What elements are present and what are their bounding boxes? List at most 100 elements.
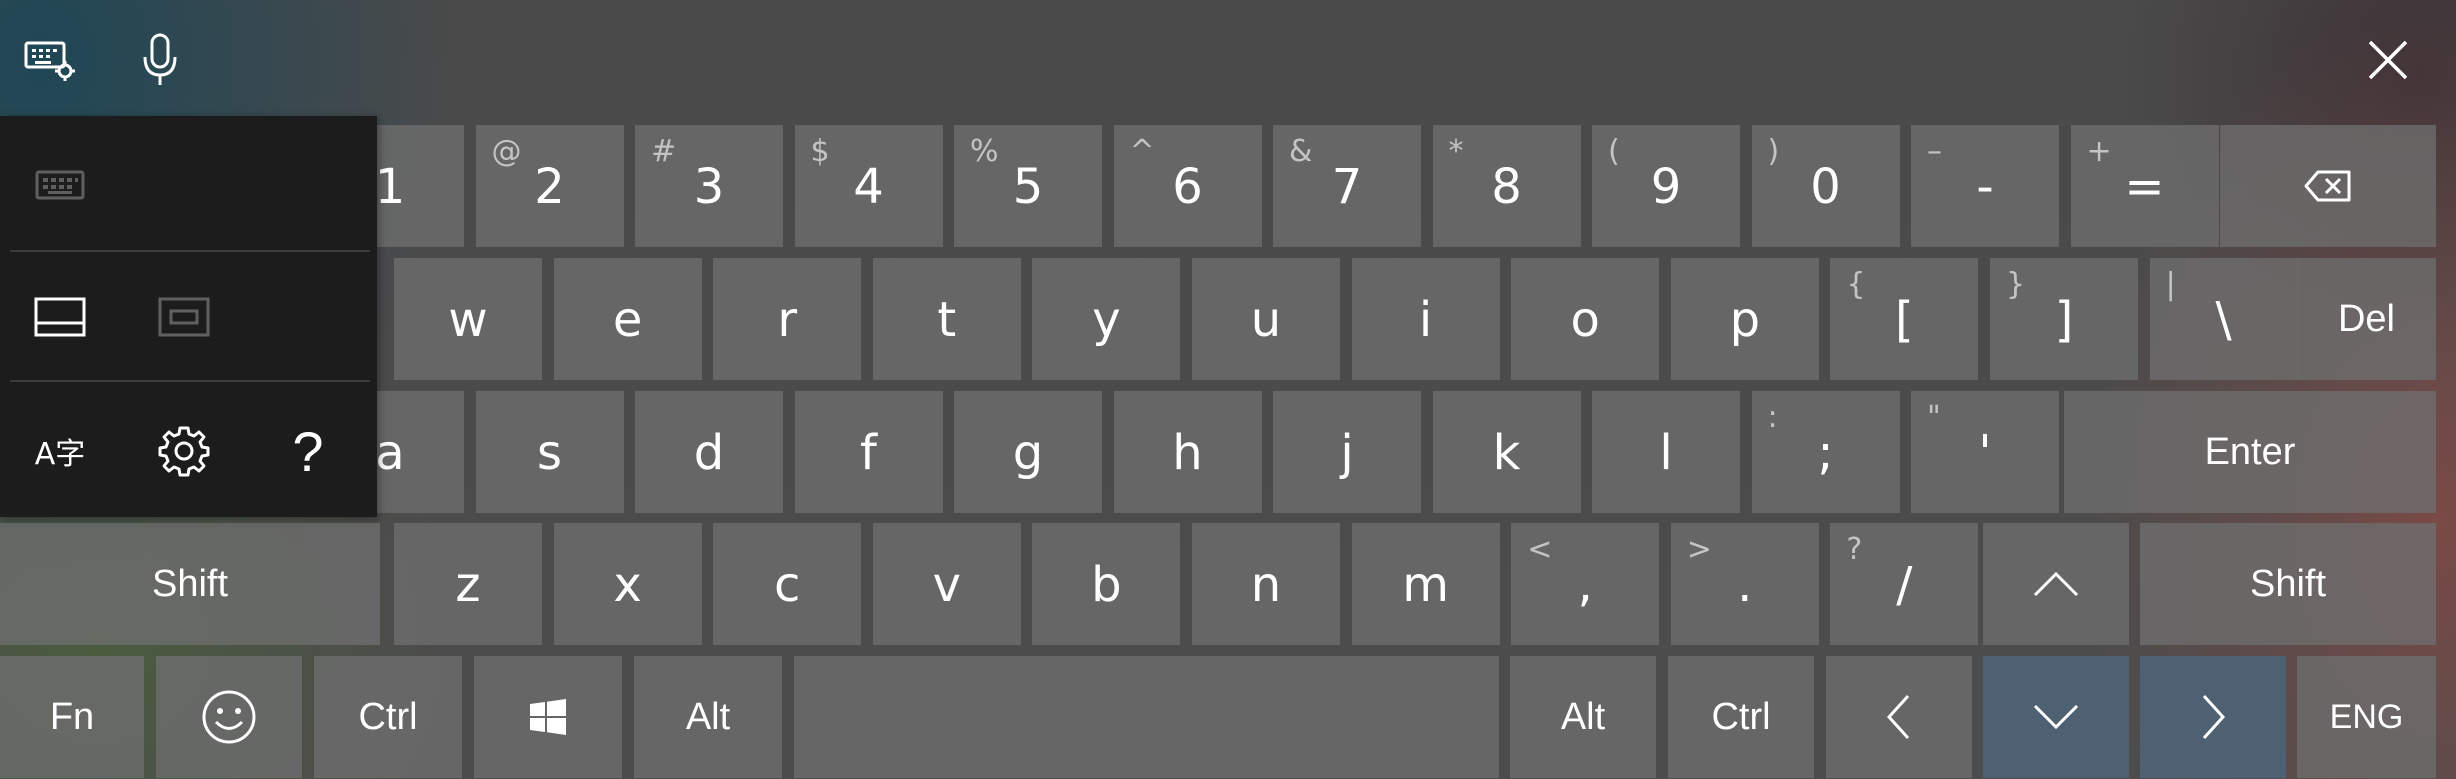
key-row4-2[interactable]: c xyxy=(713,523,862,645)
key-label: Shift xyxy=(151,562,229,605)
key-main-symbol: y xyxy=(1092,292,1121,348)
key-main-symbol: r xyxy=(777,292,798,348)
key-row2-11[interactable]: | \ xyxy=(2149,258,2298,380)
emoji-icon xyxy=(202,690,256,744)
key-main-symbol: j xyxy=(1340,425,1354,481)
key-row4-6[interactable]: m xyxy=(1351,523,1500,645)
key-main-symbol: - xyxy=(1976,159,1994,215)
key-backspace[interactable] xyxy=(2220,125,2436,247)
key-ctrl-right[interactable]: Ctrl xyxy=(1668,656,1814,778)
key-row2-10[interactable]: }] xyxy=(1990,258,2138,380)
key-main-symbol: z xyxy=(455,557,481,613)
key-row3-2[interactable]: d xyxy=(635,391,783,513)
key-alt-right[interactable]: Alt xyxy=(1510,656,1656,778)
key-delete[interactable]: Del xyxy=(2297,258,2436,380)
key-row1-2[interactable]: #3 xyxy=(635,125,783,247)
key-main-symbol: g xyxy=(1012,425,1044,481)
key-fn[interactable]: Fn xyxy=(0,656,144,778)
key-main-symbol: 3 xyxy=(693,159,725,215)
key-main-symbol: 4 xyxy=(853,159,884,215)
key-row3-5[interactable]: h xyxy=(1113,391,1262,513)
key-row2-3[interactable]: t xyxy=(872,258,1021,380)
key-arrow-up[interactable] xyxy=(1983,523,2129,645)
key-row1-10[interactable]: – - xyxy=(1911,125,2059,247)
key-row1-3[interactable]: $4 xyxy=(794,125,943,247)
key-row4-1[interactable]: x xyxy=(553,523,702,645)
key-row3-6[interactable]: j xyxy=(1273,391,1421,513)
key-row3-8[interactable]: l xyxy=(1592,391,1740,513)
key-main-symbol: 0 xyxy=(1810,159,1841,215)
keyboard-settings-button[interactable] xyxy=(12,22,88,98)
key-main-symbol: , xyxy=(1577,557,1593,613)
keyboard-layout-button[interactable] xyxy=(20,150,100,220)
key-arrow-right[interactable] xyxy=(2140,656,2286,778)
key-row1-4[interactable]: % 5 xyxy=(954,125,1102,247)
key-windows[interactable] xyxy=(474,656,622,778)
help-button[interactable]: ? xyxy=(268,416,348,486)
key-row3-10[interactable]: " ' xyxy=(1911,391,2059,513)
key-row1-8[interactable]: (9 xyxy=(1592,125,1740,247)
language-options-button[interactable]: A字 xyxy=(20,416,100,486)
key-row2-5[interactable]: u xyxy=(1192,258,1340,380)
key-row1-7[interactable]: * 8 xyxy=(1432,125,1581,247)
key-row4-4[interactable]: b xyxy=(1032,523,1181,645)
docked-keyboard-button[interactable] xyxy=(20,282,100,352)
key-main-symbol: n xyxy=(1250,557,1282,613)
key-row4-8[interactable]: >. xyxy=(1670,523,1819,645)
key-main-symbol: t xyxy=(937,292,957,348)
key-row4-3[interactable]: v xyxy=(872,523,1021,645)
key-row2-1[interactable]: e xyxy=(553,258,702,380)
key-arrow-down[interactable] xyxy=(1983,656,2129,778)
key-row4-5[interactable]: n xyxy=(1192,523,1340,645)
key-row1-5[interactable]: ^ 6 xyxy=(1113,125,1262,247)
key-main-symbol: c xyxy=(773,557,801,613)
key-row3-4[interactable]: g xyxy=(954,391,1102,513)
windows-logo-icon xyxy=(530,699,566,735)
key-shift-right[interactable]: Shift xyxy=(2140,523,2436,645)
key-language[interactable]: ENG xyxy=(2297,656,2436,778)
key-row2-2[interactable]: r xyxy=(713,258,862,380)
key-shift-left[interactable]: Shift xyxy=(0,523,380,645)
key-enter[interactable]: Enter xyxy=(2064,391,2436,513)
key-row1-6[interactable]: & 7 xyxy=(1273,125,1421,247)
key-main-symbol: . xyxy=(1737,557,1753,613)
arrow-down-icon xyxy=(2033,704,2079,730)
key-row4-0[interactable]: z xyxy=(394,523,542,645)
key-label: Ctrl xyxy=(1711,695,1771,738)
keyboard-options-panel: A字 ? xyxy=(0,116,377,517)
keyboard-layout-icon xyxy=(35,170,85,200)
key-row3-7[interactable]: k xyxy=(1432,391,1581,513)
key-row3-3[interactable]: f xyxy=(794,391,943,513)
arrow-up-icon-wrap xyxy=(1983,523,2129,645)
key-row2-4[interactable]: y xyxy=(1032,258,1181,380)
key-main-symbol: w xyxy=(448,292,488,348)
key-main-symbol: m xyxy=(1402,557,1449,613)
settings-button[interactable] xyxy=(144,416,224,486)
key-row2-0[interactable]: w xyxy=(394,258,542,380)
key-row1-1[interactable]: @2 xyxy=(475,125,624,247)
key-row2-9[interactable]: {[ xyxy=(1830,258,1979,380)
key-arrow-left[interactable] xyxy=(1826,656,1972,778)
windows-icon-wrap xyxy=(474,656,622,778)
key-alt-left[interactable]: Alt xyxy=(634,656,782,778)
docked-keyboard-icon xyxy=(34,297,86,337)
key-row4-9[interactable]: ? / xyxy=(1830,523,1979,645)
close-button[interactable] xyxy=(2350,22,2426,98)
microphone-button[interactable] xyxy=(122,22,198,98)
key-row3-9[interactable]: :; xyxy=(1751,391,1900,513)
undocked-keyboard-button[interactable] xyxy=(144,282,224,352)
key-space[interactable] xyxy=(794,656,1499,778)
key-row1-11[interactable]: + = xyxy=(2070,125,2219,247)
key-row4-7[interactable]: <, xyxy=(1511,523,1660,645)
close-icon xyxy=(2368,40,2408,80)
key-emoji[interactable] xyxy=(156,656,302,778)
key-label: Alt xyxy=(1560,695,1606,738)
key-row2-6[interactable]: i xyxy=(1351,258,1500,380)
key-main-symbol: k xyxy=(1492,425,1521,481)
key-row1-9[interactable]: ) 0 xyxy=(1751,125,1900,247)
key-row3-1[interactable]: s xyxy=(475,391,624,513)
key-row2-8[interactable]: p xyxy=(1670,258,1819,380)
key-main-symbol: ; xyxy=(1817,425,1834,481)
key-ctrl-left[interactable]: Ctrl xyxy=(314,656,462,778)
key-row2-7[interactable]: o xyxy=(1511,258,1660,380)
